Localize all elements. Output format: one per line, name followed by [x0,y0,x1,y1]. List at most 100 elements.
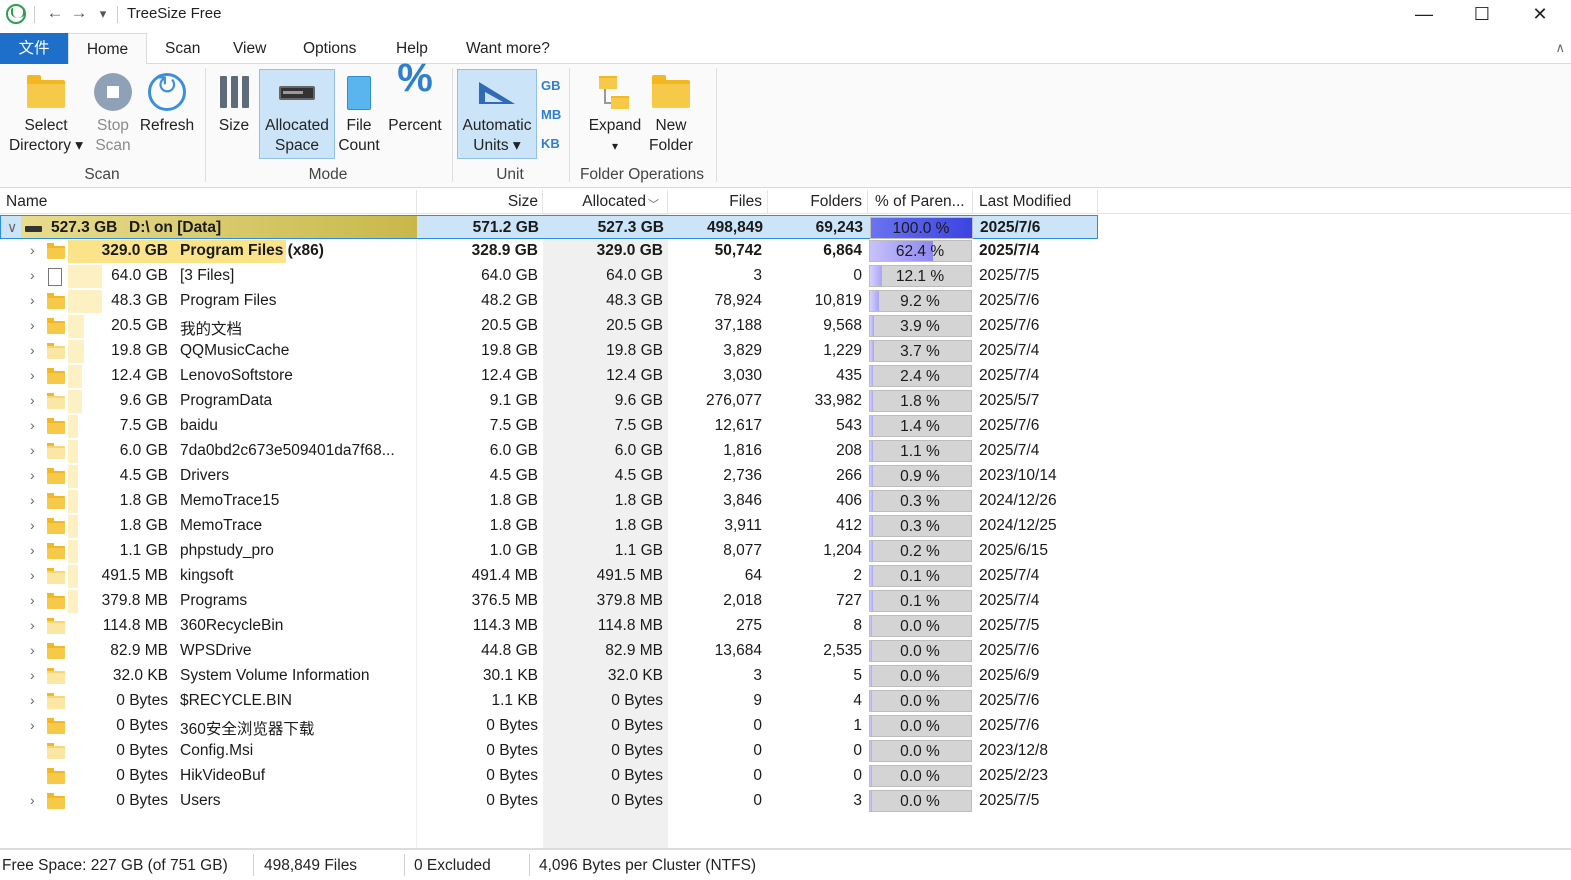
row-files: 0 [753,767,762,784]
row-files: 12,617 [714,417,762,434]
tree-row[interactable]: › 0 Bytes 360安全浏览器下载 0 Bytes 0 Bytes 0 1 0.0 % 2… [0,714,1100,739]
folder-icon [47,493,65,509]
tree-row[interactable]: › 1.8 GB MemoTrace 1.8 GB 1.8 GB 3,911 412 0.3 … [0,514,1100,539]
tab-home[interactable]: Home [68,33,147,65]
refresh-button[interactable]: Refresh [138,70,196,136]
select-directory-label-2: Directory ▾ [8,137,84,154]
column-separator[interactable] [1097,190,1098,214]
tree-row[interactable]: › 0 Bytes $RECYCLE.BIN 1.1 KB 0 Bytes 9 4 0.0 %… [0,689,1100,714]
unit-kb-button[interactable]: KB [541,136,560,151]
column-header-files[interactable]: Files [668,193,762,211]
tree-row[interactable]: › 1.8 GB MemoTrace15 1.8 GB 1.8 GB 3,846 406 0.… [0,489,1100,514]
tree-row[interactable]: › 12.4 GB LenovoSoftstore 12.4 GB 12.4 GB 3,0… [0,364,1100,389]
column-separator[interactable] [867,190,868,214]
expand-chevron-icon[interactable]: › [30,442,42,458]
quick-access-dropdown-icon[interactable]: ▾ [92,6,114,22]
column-header-folders[interactable]: Folders [768,193,862,211]
tab-scan[interactable]: Scan [155,33,210,64]
size-label: Size [218,117,250,134]
column-header-percent-of-parent[interactable]: % of Paren... [875,193,965,211]
row-files: 50,742 [714,242,762,259]
percent-of-parent-bar: 62.4 % [869,240,972,262]
tab-want-more[interactable]: Want more? [456,33,560,64]
tree-row[interactable]: › 379.8 MB Programs 376.5 MB 379.8 MB 2,018 72… [0,589,1100,614]
minimize-button[interactable]: — [1395,0,1453,30]
tree-row[interactable]: › 32.0 KB System Volume Information 30.1 KB… [0,664,1100,689]
expand-chevron-icon[interactable]: › [30,317,42,333]
expand-chevron-icon[interactable]: › [30,692,42,708]
row-bar-size: 32.0 KB [112,667,168,684]
collapse-chevron-icon[interactable]: ∨ [7,219,19,236]
maximize-button[interactable]: ☐ [1453,0,1511,30]
tree-row[interactable]: › 64.0 GB [3 Files] 64.0 GB 64.0 GB 3 0 12.1 % 2… [0,264,1100,289]
select-directory-button[interactable]: Select Directory ▾ [4,70,88,156]
row-allocated: 20.5 GB [606,317,663,334]
row-name: phpstudy_pro [180,542,274,559]
close-button[interactable]: ✕ [1511,0,1569,30]
size-mode-button[interactable]: Size [212,70,256,136]
expand-chevron-icon[interactable]: › [30,392,42,408]
allocated-space-button[interactable]: Allocated Space [259,69,335,159]
column-header-allocated[interactable]: Allocated [543,193,646,211]
unit-mb-button[interactable]: MB [541,107,561,122]
row-percent: 100.0 % [892,220,950,237]
tree-row[interactable]: › 20.5 GB 我的文档 20.5 GB 20.5 GB 37,188 9,568 3.9… [0,314,1100,339]
folder-icon [47,793,65,809]
expand-chevron-icon[interactable]: › [30,717,42,733]
expand-chevron-icon[interactable]: › [30,417,42,433]
tree-row[interactable]: 0 Bytes Config.Msi 0 Bytes 0 Bytes 0 0 0.0 % 20… [0,739,1100,764]
column-separator[interactable] [972,190,973,214]
tree-row[interactable]: › 4.5 GB Drivers 4.5 GB 4.5 GB 2,736 266 0.9 % 2… [0,464,1100,489]
forward-arrow-icon[interactable]: → [68,3,90,23]
expand-chevron-icon[interactable]: › [30,567,42,583]
tree-row[interactable]: › 9.6 GB ProgramData 9.1 GB 9.6 GB 276,077 33,… [0,389,1100,414]
expand-chevron-icon[interactable]: › [30,517,42,533]
expand-chevron-icon[interactable]: › [30,292,42,308]
tree-row[interactable]: › 329.0 GB Program Files (x86) 328.9 GB 329.… [0,239,1100,264]
tree-row[interactable]: › 491.5 MB kingsoft 491.4 MB 491.5 MB 64 2 0.1 … [0,564,1100,589]
expand-chevron-icon[interactable]: › [30,642,42,658]
expand-chevron-icon[interactable]: › [30,367,42,383]
expand-button[interactable]: Expand ▾ [585,70,645,156]
expand-chevron-icon[interactable]: › [30,467,42,483]
tab-options[interactable]: Options [293,33,366,64]
tree-row[interactable]: › 0 Bytes Users 0 Bytes 0 Bytes 0 3 0.0 % 2025/7… [0,789,1100,814]
back-arrow-icon[interactable]: ← [44,3,66,23]
column-header-last-modified[interactable]: Last Modified [979,193,1071,211]
new-folder-button[interactable]: New Folder [646,70,696,156]
tree-row-root[interactable]: ∨ 527.3 GB D:\ on [Data] 571.2 GB 527.3 GB 49… [0,215,1098,239]
row-percent: 1.4 % [900,418,940,435]
expand-chevron-icon[interactable]: › [30,667,42,683]
automatic-units-button[interactable]: Automatic Units ▾ [457,69,537,159]
tree-row[interactable]: › 114.8 MB 360RecycleBin 114.3 MB 114.8 MB 27… [0,614,1100,639]
expand-chevron-icon[interactable]: › [30,542,42,558]
tree-row[interactable]: 0 Bytes HikVideoBuf 0 Bytes 0 Bytes 0 0 0.0 % 2… [0,764,1100,789]
percent-of-parent-bar: 0.1 % [869,565,972,587]
tree-row[interactable]: › 48.3 GB Program Files 48.2 GB 48.3 GB 78,92… [0,289,1100,314]
tree-row[interactable]: › 82.9 MB WPSDrive 44.8 GB 82.9 MB 13,684 2,53… [0,639,1100,664]
expand-chevron-icon[interactable]: › [30,492,42,508]
tree-row[interactable]: › 1.1 GB phpstudy_pro 1.0 GB 1.1 GB 8,077 1,20… [0,539,1100,564]
column-header-size[interactable]: Size [418,193,538,211]
file-count-button[interactable]: File Count [337,70,381,156]
tab-view[interactable]: View [223,33,276,64]
expand-chevron-icon[interactable]: › [30,342,42,358]
stop-scan-button[interactable]: Stop Scan [90,70,136,156]
expand-chevron-icon[interactable]: › [30,267,42,283]
tree-row[interactable]: › 6.0 GB 7da0bd2c673e509401da7f68... 6.0 GB… [0,439,1100,464]
unit-gb-button[interactable]: GB [541,78,561,93]
expand-chevron-icon[interactable]: › [30,792,42,808]
column-separator[interactable] [416,190,417,214]
expand-chevron-icon[interactable]: › [30,242,42,258]
tab-file[interactable]: 文件 [0,33,68,64]
tree-row[interactable]: › 19.8 GB QQMusicCache 19.8 GB 19.8 GB 3,829 1… [0,339,1100,364]
percent-button[interactable]: % Percent [384,58,446,136]
expand-chevron-icon[interactable]: › [30,617,42,633]
column-header-name[interactable]: Name [6,193,47,211]
row-files: 275 [736,617,762,634]
tree-row[interactable]: › 7.5 GB baidu 7.5 GB 7.5 GB 12,617 543 1.4 % 20… [0,414,1100,439]
row-files: 9 [753,692,762,709]
row-files: 0 [753,792,762,809]
expand-chevron-icon[interactable]: › [30,592,42,608]
collapse-ribbon-icon[interactable]: ∧ [1555,40,1565,56]
